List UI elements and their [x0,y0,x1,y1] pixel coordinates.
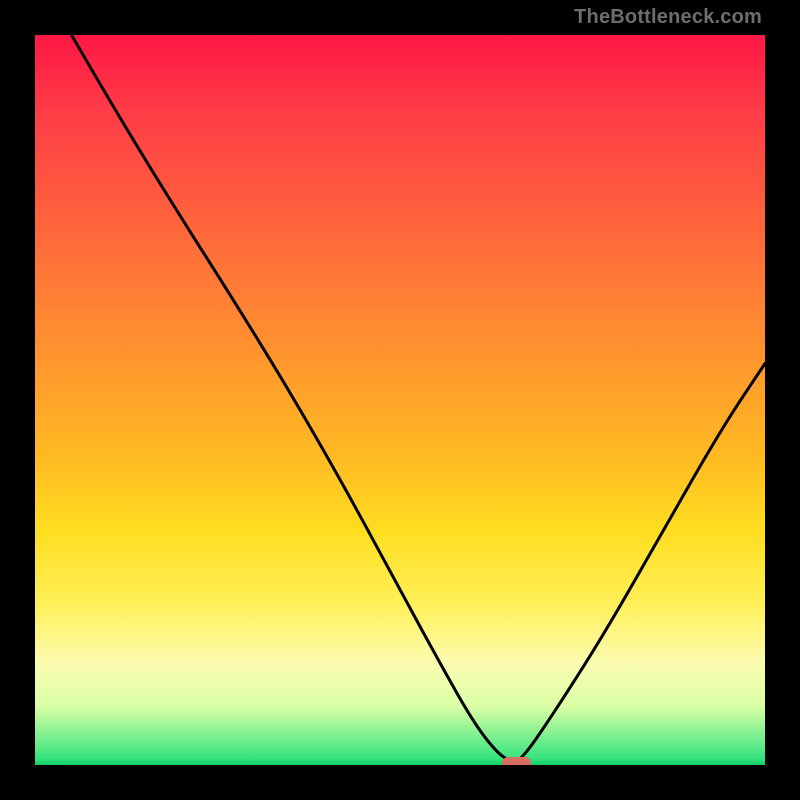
bottleneck-marker [502,757,531,765]
watermark-text: TheBottleneck.com [574,6,762,29]
plot-area [35,35,765,765]
bottleneck-curve [35,35,765,765]
chart-frame: TheBottleneck.com [0,0,800,800]
